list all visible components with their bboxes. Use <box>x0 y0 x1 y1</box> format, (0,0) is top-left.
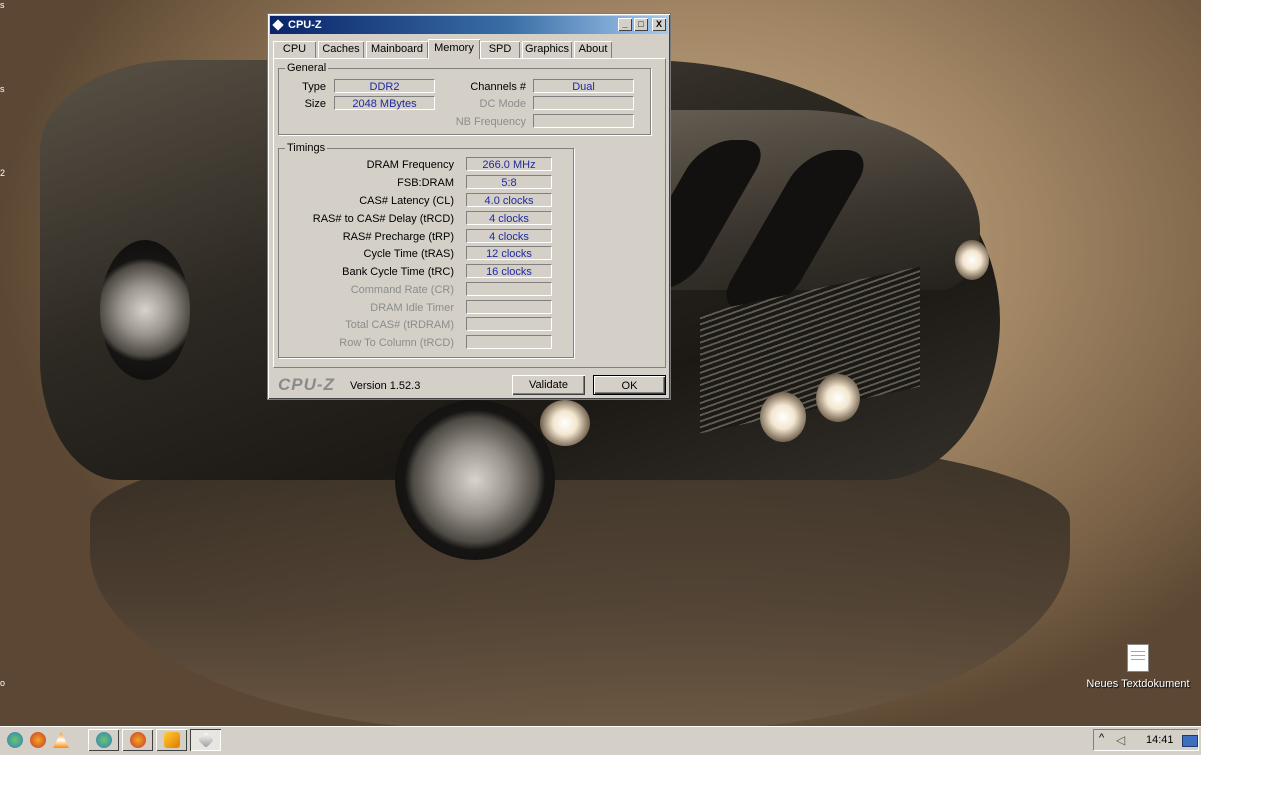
desktop-icon-text-document[interactable]: Neues Textdokument <box>1080 644 1196 690</box>
users-icon[interactable] <box>7 732 23 748</box>
task-button-cpuz[interactable] <box>190 729 221 751</box>
edge-mark: 2 <box>0 168 6 178</box>
task-button-firefox[interactable] <box>122 729 153 751</box>
total-cas-label: Total CAS# (tRDRAM) <box>345 319 454 331</box>
ras-to-cas-value: 4 clocks <box>466 211 552 225</box>
wallpaper-headlight <box>955 240 989 280</box>
edge-mark: o <box>0 678 6 688</box>
size-label: Size <box>304 98 326 110</box>
wallpaper-foglight <box>816 374 860 422</box>
total-cas-value <box>466 317 552 331</box>
wallpaper-wheel <box>395 400 555 560</box>
minimize-button[interactable]: _ <box>618 18 632 31</box>
version-label: Version 1.52.3 <box>350 380 421 392</box>
cycle-time-label: Cycle Time (tRAS) <box>363 248 454 260</box>
nb-frequency-value <box>533 114 634 128</box>
edge-mark: s <box>0 0 5 10</box>
dc-mode-value <box>533 96 634 110</box>
tab-about[interactable]: About <box>574 41 612 58</box>
tab-cpu[interactable]: CPU <box>273 41 316 58</box>
firefox-icon[interactable] <box>30 732 46 748</box>
ok-button[interactable]: OK <box>593 375 666 395</box>
ras-to-cas-label: RAS# to CAS# Delay (tRCD) <box>312 213 454 225</box>
tab-spd[interactable]: SPD <box>480 41 520 58</box>
wallpaper-wheel <box>100 240 190 380</box>
title-bar[interactable]: CPU-Z _ □ X <box>270 16 668 34</box>
dram-idle-timer-value <box>466 300 552 314</box>
dram-frequency-label: DRAM Frequency <box>366 159 454 171</box>
row-to-column-value <box>466 335 552 349</box>
cpuz-app-icon <box>272 19 284 31</box>
memory-panel: General Type DDR2 Size 2048 MBytes Chann… <box>273 58 666 368</box>
cas-latency-value: 4.0 clocks <box>466 193 552 207</box>
command-rate-value <box>466 282 552 296</box>
type-value: DDR2 <box>334 79 435 93</box>
wallpaper-foglight <box>760 392 806 442</box>
fsb-dram-value: 5:8 <box>466 175 552 189</box>
channels-label: Channels # <box>470 81 526 93</box>
tab-mainboard[interactable]: Mainboard <box>366 41 428 58</box>
taskbar: ^ ◁ 14:41 <box>0 726 1201 755</box>
firefox-icon <box>130 732 146 748</box>
close-button[interactable]: X <box>652 18 666 31</box>
bank-cycle-time-label: Bank Cycle Time (tRC) <box>342 266 454 278</box>
desktop-icon-label: Neues Textdokument <box>1086 678 1190 690</box>
cas-latency-label: CAS# Latency (CL) <box>359 195 454 207</box>
task-button-users[interactable] <box>88 729 119 751</box>
wallpaper-headlight <box>540 400 590 446</box>
size-value: 2048 MBytes <box>334 96 435 110</box>
window-title: CPU-Z <box>288 19 322 31</box>
text-document-icon <box>1127 644 1149 672</box>
cycle-time-value: 12 clocks <box>466 246 552 260</box>
row-to-column-label: Row To Column (tRCD) <box>339 337 454 349</box>
cpuz-window: CPU-Z _ □ X CPU Caches Mainboard Memory … <box>267 13 671 400</box>
tab-memory[interactable]: Memory <box>428 39 480 59</box>
show-hidden-icons-icon[interactable]: ^ <box>1099 732 1104 744</box>
general-legend: General <box>287 62 327 74</box>
dram-frequency-value: 266.0 MHz <box>466 157 552 171</box>
system-tray: ^ ◁ 14:41 <box>1093 729 1199 751</box>
users-icon <box>96 732 112 748</box>
tab-graphics[interactable]: Graphics <box>522 41 572 58</box>
channels-value: Dual <box>533 79 634 93</box>
media-player-icon <box>164 732 180 748</box>
type-label: Type <box>302 81 326 93</box>
task-button-media-player[interactable] <box>156 729 187 751</box>
ras-precharge-label: RAS# Precharge (tRP) <box>342 231 454 243</box>
bank-cycle-time-value: 16 clocks <box>466 264 552 278</box>
fsb-dram-label: FSB:DRAM <box>397 177 454 189</box>
clock[interactable]: 14:41 <box>1146 734 1174 746</box>
validate-button[interactable]: Validate <box>512 375 585 395</box>
maximize-button[interactable]: □ <box>634 18 648 31</box>
dram-idle-timer-label: DRAM Idle Timer <box>370 302 454 314</box>
vlc-icon[interactable] <box>53 732 69 748</box>
ras-precharge-value: 4 clocks <box>466 229 552 243</box>
cpuz-icon <box>198 732 214 748</box>
cpuz-logo: CPU-Z <box>278 375 335 394</box>
nb-frequency-label: NB Frequency <box>455 116 526 128</box>
speaker-icon[interactable]: ◁ <box>1116 733 1125 747</box>
dc-mode-label: DC Mode <box>479 98 526 110</box>
network-icon[interactable] <box>1182 735 1198 747</box>
tab-caches[interactable]: Caches <box>318 41 364 58</box>
timings-legend: Timings <box>287 142 326 154</box>
command-rate-label: Command Rate (CR) <box>350 284 454 296</box>
tab-strip: CPU Caches Mainboard Memory SPD Graphics… <box>273 39 669 59</box>
edge-mark: s <box>0 84 5 94</box>
